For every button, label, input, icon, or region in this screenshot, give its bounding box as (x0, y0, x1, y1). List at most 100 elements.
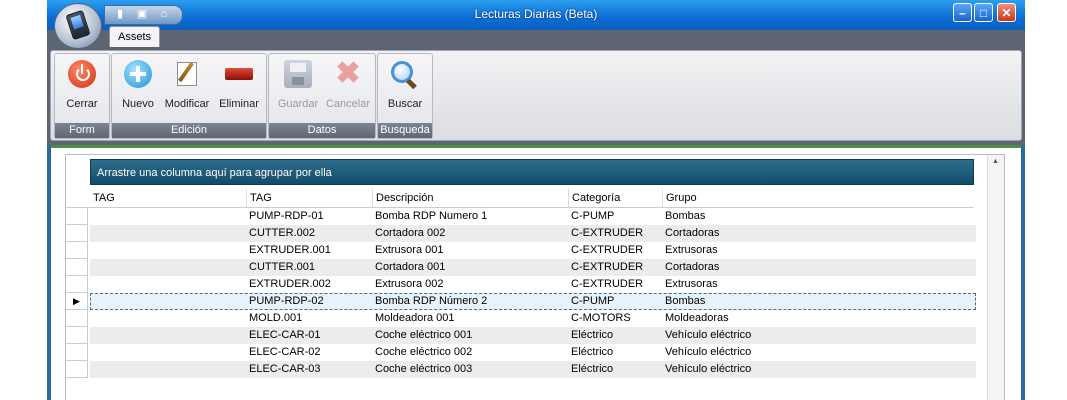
cell-tag[interactable]: CUTTER.001 (249, 259, 315, 276)
edit-icon (177, 62, 197, 86)
cell-tag[interactable]: EXTRUDER.001 (249, 242, 331, 259)
cell-descripcion[interactable]: Extrusora 001 (375, 242, 443, 259)
column-header-grupo[interactable]: Grupo (662, 189, 974, 207)
table-row[interactable]: ELEC-CAR-02 Coche eléctrico 002 Eléctrico V… (90, 344, 976, 361)
cell-descripcion[interactable]: Coche eléctrico 001 (375, 327, 472, 344)
cell-grupo[interactable]: Cortadoras (665, 225, 719, 242)
cell-tag[interactable]: PUMP-RDP-02 (249, 293, 324, 310)
save-icon[interactable]: ▮ (113, 8, 127, 21)
table-row[interactable]: EXTRUDER.001 Extrusora 001 C-EXTRUDER Extru… (90, 242, 976, 259)
table-row[interactable]: CUTTER.002 Cortadora 002 C-EXTRUDER Cortado… (90, 225, 976, 242)
cell-categoria[interactable]: Eléctrico (571, 327, 613, 344)
column-header-tag-2[interactable]: TAG (246, 189, 372, 207)
close-form-button[interactable]: Cerrar (55, 58, 109, 116)
save-button[interactable]: Guardar (273, 58, 323, 116)
cancel-icon: ✖ (335, 57, 361, 90)
column-header-tag-1[interactable]: TAG (90, 189, 246, 207)
cell-grupo[interactable]: Vehículo eléctrico (665, 361, 751, 378)
group-busqueda: Buscar Busqueda (377, 53, 433, 139)
cell-categoria[interactable]: Eléctrico (571, 361, 613, 378)
cell-grupo[interactable]: Bombas (665, 293, 705, 310)
data-grid[interactable]: Arrastre una columna aquí para agrupar p… (65, 154, 1005, 400)
cancel-button[interactable]: ✖ Cancelar (323, 58, 373, 116)
cell-categoria[interactable]: C-EXTRUDER (571, 259, 643, 276)
row-selector[interactable] (66, 361, 88, 378)
cell-tag[interactable]: ELEC-CAR-01 (249, 327, 321, 344)
cancel-label: Cancelar (325, 98, 371, 110)
row-selector[interactable] (66, 344, 88, 361)
row-selector[interactable] (66, 242, 88, 259)
cell-grupo[interactable]: Vehículo eléctrico (665, 327, 751, 344)
table-row[interactable]: MOLD.001 Moldeadora 001 C-MOTORS Moldeadora… (90, 310, 976, 327)
new-button[interactable]: Nuevo (118, 58, 158, 116)
cell-descripcion[interactable]: Moldeadora 001 (375, 310, 455, 327)
column-header-descripcion[interactable]: Descripción (372, 189, 568, 207)
delete-icon (225, 68, 253, 80)
image-icon[interactable]: ▣ (135, 8, 149, 21)
column-header-categoria[interactable]: Categoría (568, 189, 662, 207)
table-row[interactable]: ELEC-CAR-01 Coche eléctrico 001 Eléctrico V… (90, 327, 976, 344)
group-edicion: Nuevo Modificar Eliminar Edición (111, 53, 267, 139)
close-form-label: Cerrar (66, 98, 98, 110)
app-window: Lecturas Diarias (Beta) ▮ ▣ ⌂ – □ ✕ Asse… (47, 0, 1025, 400)
cell-tag[interactable]: ELEC-CAR-02 (249, 344, 321, 361)
cell-descripcion[interactable]: Extrusora 002 (375, 276, 443, 293)
cell-tag[interactable]: ELEC-CAR-03 (249, 361, 321, 378)
row-selector[interactable]: ▶ (66, 293, 88, 310)
cell-categoria[interactable]: C-EXTRUDER (571, 276, 643, 293)
cell-categoria[interactable]: C-PUMP (571, 208, 614, 225)
tab-assets[interactable]: Assets (109, 26, 160, 47)
cell-tag[interactable]: PUMP-RDP-01 (249, 208, 324, 225)
current-row-indicator-icon: ▶ (73, 296, 80, 306)
cell-categoria[interactable]: C-MOTORS (571, 310, 631, 327)
cell-tag[interactable]: MOLD.001 (249, 310, 302, 327)
row-selector[interactable] (66, 310, 88, 327)
search-label: Buscar (387, 98, 423, 110)
cell-grupo[interactable]: Extrusoras (665, 276, 718, 293)
row-selector-column: ▶ (66, 208, 88, 400)
cell-categoria[interactable]: C-EXTRUDER (571, 225, 643, 242)
application-menu-button[interactable] (54, 3, 102, 49)
title-bar[interactable]: Lecturas Diarias (Beta) ▮ ▣ ⌂ – □ ✕ (47, 0, 1025, 30)
row-selector[interactable] (66, 327, 88, 344)
cell-tag[interactable]: CUTTER.002 (249, 225, 315, 242)
row-selector[interactable] (66, 259, 88, 276)
row-selector[interactable] (66, 276, 88, 293)
cell-descripcion[interactable]: Coche eléctrico 003 (375, 361, 472, 378)
scroll-up-icon[interactable]: ▲ (992, 158, 999, 165)
row-selector[interactable] (66, 225, 88, 242)
table-row[interactable]: CUTTER.001 Cortadora 001 C-EXTRUDER Cortado… (90, 259, 976, 276)
cell-grupo[interactable]: Vehículo eléctrico (665, 344, 751, 361)
cell-categoria[interactable]: C-EXTRUDER (571, 242, 643, 259)
cell-descripcion[interactable]: Coche eléctrico 002 (375, 344, 472, 361)
vertical-scrollbar[interactable]: ▲ (987, 155, 1004, 400)
table-row[interactable]: ELEC-CAR-03 Coche eléctrico 003 Eléctrico V… (90, 361, 976, 378)
cell-grupo[interactable]: Bombas (665, 208, 705, 225)
minimize-button[interactable]: – (953, 3, 972, 22)
cell-grupo[interactable]: Cortadoras (665, 259, 719, 276)
search-button[interactable]: Buscar (378, 58, 432, 116)
cell-descripcion[interactable]: Cortadora 002 (375, 225, 445, 242)
cell-descripcion[interactable]: Cortadora 001 (375, 259, 445, 276)
modify-button[interactable]: Modificar (162, 58, 212, 116)
maximize-button[interactable]: □ (974, 3, 993, 22)
home-icon[interactable]: ⌂ (157, 8, 171, 21)
cell-tag[interactable]: EXTRUDER.002 (249, 276, 331, 293)
group-by-panel[interactable]: Arrastre una columna aquí para agrupar p… (90, 159, 974, 185)
group-datos: Guardar ✖ Cancelar Datos (268, 53, 376, 139)
pda-icon (65, 9, 91, 41)
close-button[interactable]: ✕ (997, 3, 1016, 22)
cell-grupo[interactable]: Moldeadoras (665, 310, 729, 327)
cell-categoria[interactable]: Eléctrico (571, 344, 613, 361)
table-row[interactable]: PUMP-RDP-02 Bomba RDP Número 2 C-PUMP Bomba… (90, 293, 976, 310)
cell-categoria[interactable]: C-PUMP (571, 293, 614, 310)
table-row[interactable]: PUMP-RDP-01 Bomba RDP Numero 1 C-PUMP Bomba… (90, 208, 976, 225)
save-label: Guardar (277, 98, 319, 110)
row-selector[interactable] (66, 208, 88, 225)
cell-descripcion[interactable]: Bomba RDP Número 2 (375, 293, 487, 310)
cell-grupo[interactable]: Extrusoras (665, 242, 718, 259)
delete-button[interactable]: Eliminar (216, 58, 262, 116)
plus-icon (124, 60, 152, 88)
cell-descripcion[interactable]: Bomba RDP Numero 1 (375, 208, 487, 225)
table-row[interactable]: EXTRUDER.002 Extrusora 002 C-EXTRUDER Extru… (90, 276, 976, 293)
